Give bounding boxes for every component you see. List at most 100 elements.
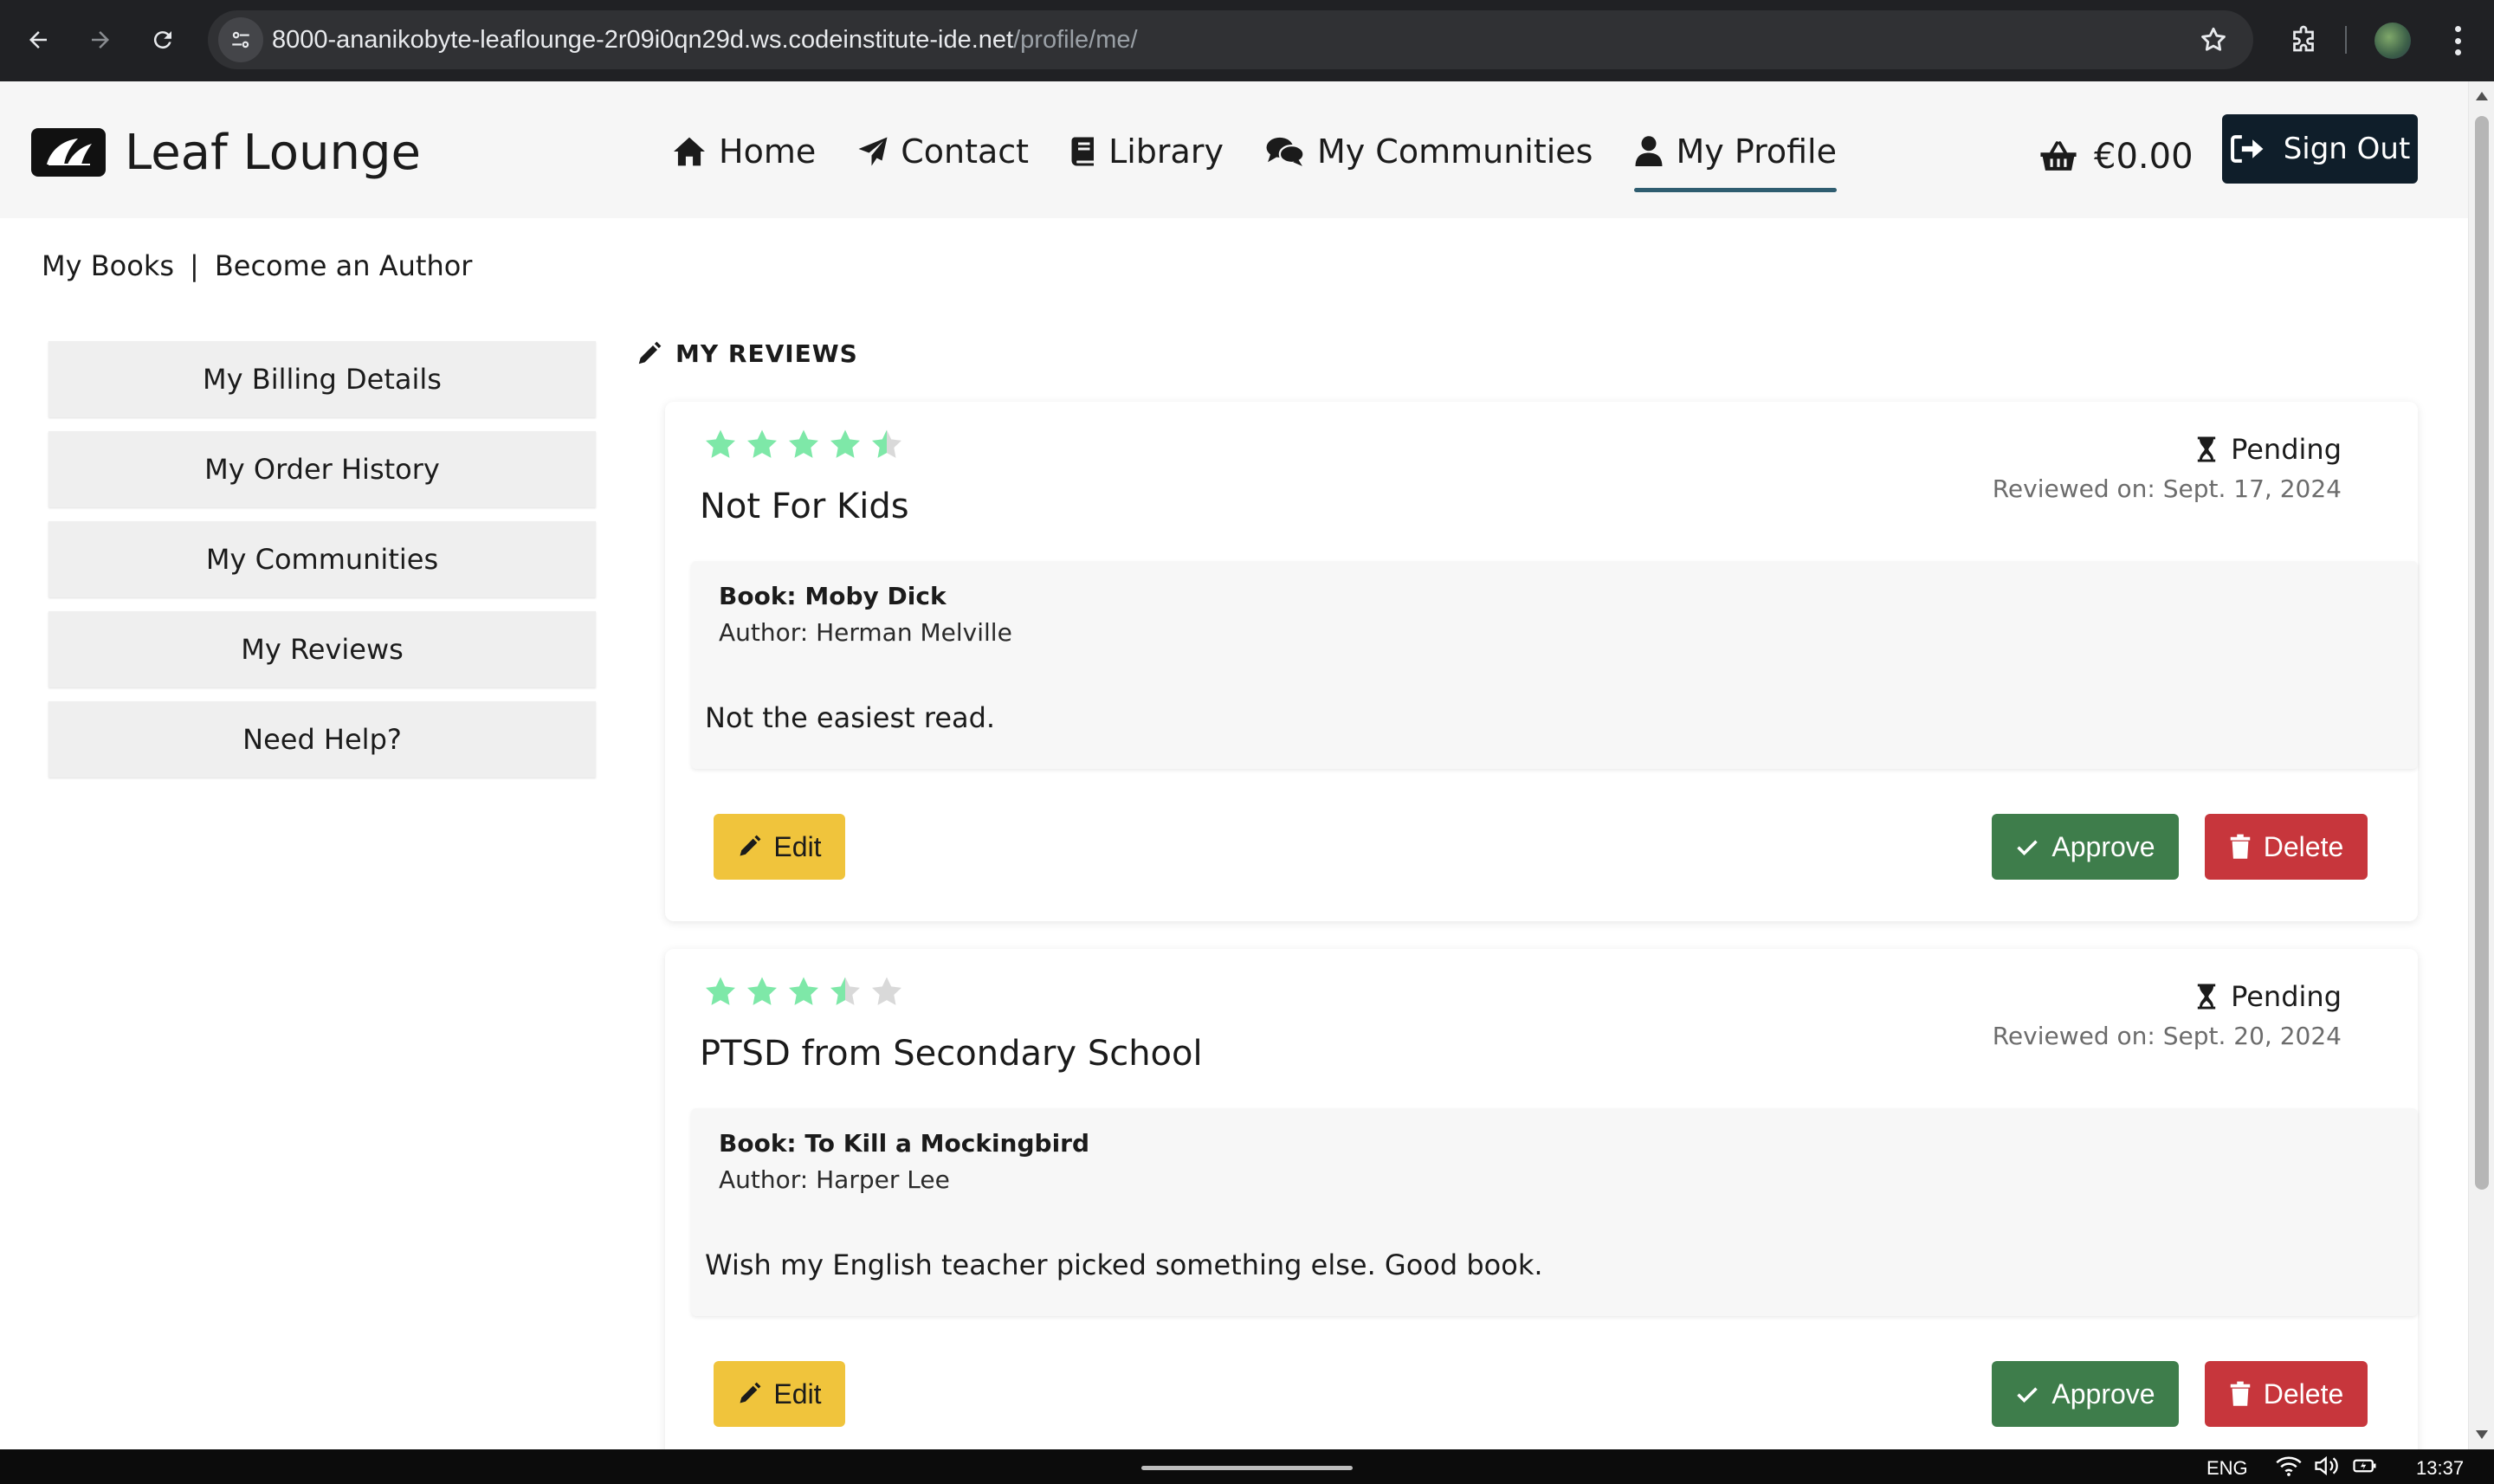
scrollbar-thumb[interactable] <box>2475 116 2489 1190</box>
review-status: Pending <box>2196 980 2342 1013</box>
nav-home-label: Home <box>719 132 817 171</box>
review-date: Reviewed on: Sept. 20, 2024 <box>1992 1022 2342 1050</box>
side-menu-need-help[interactable]: Need Help? <box>48 701 596 777</box>
bookmark-star-icon[interactable] <box>2196 23 2231 57</box>
battery-icon <box>2353 1459 2376 1473</box>
nav-my-profile-label: My Profile <box>1676 132 1837 171</box>
brand-link[interactable]: Leaf Lounge <box>31 118 421 187</box>
nav-my-communities[interactable]: My Communities <box>1265 121 1593 182</box>
system-tray[interactable] <box>2276 1455 2390 1477</box>
page-scrollbar[interactable] <box>2468 81 2494 1449</box>
nav-my-communities-label: My Communities <box>1316 132 1593 171</box>
browser-toolbar: 8000-ananikobyte-leaflounge-2r09i0qn29d.… <box>0 0 2494 81</box>
approve-label: Approve <box>2051 830 2155 862</box>
forward-button[interactable] <box>76 16 125 64</box>
side-menu-communities[interactable]: My Communities <box>48 521 596 597</box>
page-viewport: Leaf Lounge Home Contact Library My Comm… <box>0 81 2468 1449</box>
nav-contact-label: Contact <box>901 132 1030 171</box>
star-icon <box>789 429 818 458</box>
pencil-icon <box>740 1382 761 1403</box>
star-icon <box>830 429 860 458</box>
browser-menu-icon[interactable] <box>2447 23 2468 59</box>
pencil-icon <box>740 835 761 856</box>
review-title: Not For Kids <box>700 487 909 526</box>
basket-icon <box>2040 141 2077 171</box>
check-icon <box>2017 840 2038 856</box>
side-menu-reviews[interactable]: My Reviews <box>48 611 596 687</box>
leaf-logo-icon <box>31 128 106 177</box>
side-menu-order-history[interactable]: My Order History <box>48 431 596 507</box>
sign-out-button[interactable]: Sign Out <box>2222 114 2418 184</box>
approve-label: Approve <box>2051 1378 2155 1410</box>
star-icon <box>789 977 818 1005</box>
taskbar-handle[interactable] <box>1141 1466 1353 1470</box>
arrow-left-icon <box>29 31 47 48</box>
edit-review-button[interactable]: Edit <box>714 814 845 880</box>
back-button[interactable] <box>14 16 62 64</box>
sign-out-label: Sign Out <box>2283 132 2411 166</box>
taskbar-clock[interactable]: 13:37 <box>2416 1457 2464 1480</box>
reviews-heading: MY REVIEWS <box>636 339 858 368</box>
review-card: Pending Reviewed on: Sept. 20, 2024 PTSD… <box>665 949 2418 1449</box>
delete-review-button[interactable]: Delete <box>2205 1361 2368 1427</box>
main-nav: Home Contact Library My Communities My P… <box>672 121 1878 192</box>
star-rating <box>703 428 911 462</box>
review-content: Wish my English teacher picked something… <box>705 1248 1543 1281</box>
become-author-link[interactable]: Become an Author <box>215 249 473 282</box>
hourglass-icon <box>2197 436 2216 462</box>
site-header: Leaf Lounge Home Contact Library My Comm… <box>0 81 2468 218</box>
scroll-up-arrow-icon[interactable] <box>2476 92 2488 100</box>
star-icon <box>872 429 901 458</box>
paper-plane-icon <box>858 137 888 166</box>
cart-total: €0.00 <box>2094 137 2194 177</box>
star-icon <box>706 429 735 458</box>
profile-subnav: My Books | Become an Author <box>42 249 472 282</box>
profile-side-menu: My Billing Details My Order History My C… <box>48 341 596 791</box>
review-status: Pending <box>2196 433 2342 466</box>
edit-label: Edit <box>773 1378 822 1410</box>
reviews-heading-label: MY REVIEWS <box>675 339 858 368</box>
address-bar[interactable]: 8000-ananikobyte-leaflounge-2r09i0qn29d.… <box>208 10 2253 69</box>
url-text[interactable]: 8000-ananikobyte-leaflounge-2r09i0qn29d.… <box>272 10 1138 69</box>
review-card: Pending Reviewed on: Sept. 17, 2024 Not … <box>665 402 2418 921</box>
reload-icon <box>153 31 171 49</box>
toolbar-separator <box>2345 26 2347 54</box>
home-icon <box>674 137 705 166</box>
cart-link[interactable]: €0.00 <box>2038 126 2194 187</box>
site-info-icon[interactable] <box>218 17 263 62</box>
keyboard-language[interactable]: ENG <box>2206 1457 2248 1480</box>
comments-icon <box>1266 137 1305 166</box>
nav-my-profile[interactable]: My Profile <box>1634 121 1837 192</box>
my-books-link[interactable]: My Books <box>42 249 174 282</box>
arrow-right-icon <box>92 31 109 48</box>
side-menu-billing-details[interactable]: My Billing Details <box>48 341 596 417</box>
review-body: Book: Moby Dick Author: Herman Melville … <box>691 561 2418 769</box>
scroll-down-arrow-icon[interactable] <box>2476 1430 2488 1439</box>
edit-review-button[interactable]: Edit <box>714 1361 845 1427</box>
nav-home[interactable]: Home <box>672 121 816 182</box>
delete-review-button[interactable]: Delete <box>2205 814 2368 880</box>
reload-button[interactable] <box>139 16 187 64</box>
delete-label: Delete <box>2263 830 2344 862</box>
speaker-icon <box>2315 1455 2338 1476</box>
review-book: Book: To Kill a Mockingbird <box>719 1129 1090 1158</box>
review-status-label: Pending <box>2231 433 2342 466</box>
edit-label: Edit <box>773 830 822 862</box>
review-body: Book: To Kill a Mockingbird Author: Harp… <box>691 1108 2418 1316</box>
approve-review-button[interactable]: Approve <box>1992 1361 2179 1427</box>
star-icon <box>706 977 735 1005</box>
review-author: Author: Harper Lee <box>719 1165 950 1194</box>
profile-avatar[interactable] <box>2374 23 2411 59</box>
review-status-label: Pending <box>2231 980 2342 1013</box>
nav-library[interactable]: Library <box>1070 121 1224 182</box>
approve-review-button[interactable]: Approve <box>1992 814 2179 880</box>
sign-out-icon <box>2230 135 2264 163</box>
pencil-icon <box>638 341 662 364</box>
subnav-divider: | <box>190 249 199 282</box>
star-icon <box>747 429 777 458</box>
nav-contact[interactable]: Contact <box>857 121 1029 182</box>
brand-name: Leaf Lounge <box>125 124 421 181</box>
check-icon <box>2017 1387 2038 1403</box>
review-title: PTSD from Secondary School <box>700 1034 1203 1074</box>
extensions-puzzle-icon[interactable] <box>2283 19 2324 61</box>
